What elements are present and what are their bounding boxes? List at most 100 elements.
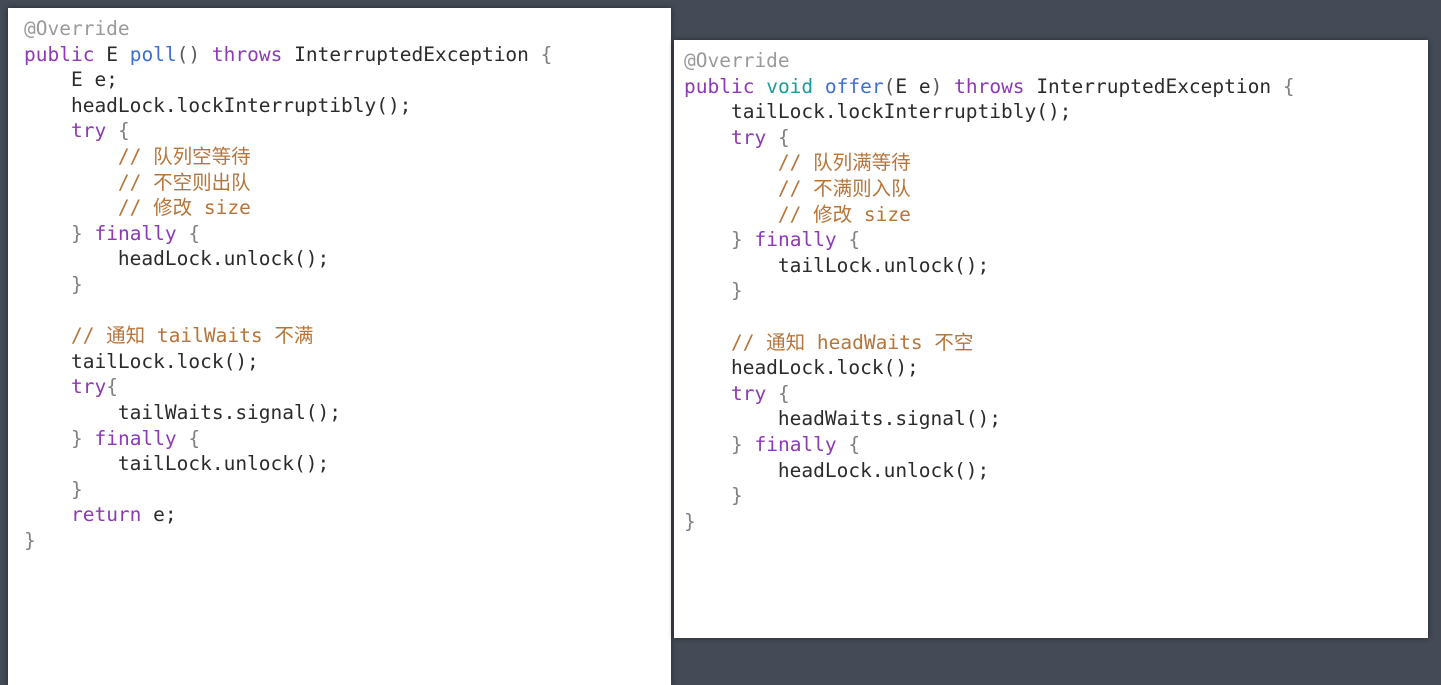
- code-token-plain: E e: [895, 74, 931, 98]
- code-token-keyword: try: [730, 381, 767, 405]
- code-line: headLock.lock();: [684, 355, 1428, 381]
- code-token-brace: }: [730, 484, 743, 508]
- code-token-plain: tailLock.unlock();: [24, 452, 330, 476]
- code-lines-right: @Override public void offer(E e) throws I…: [674, 48, 1428, 534]
- code-token-comment: // 通知 headWaits 不空: [684, 330, 974, 354]
- code-token-brace: {: [777, 125, 790, 149]
- code-token-keyword: finally: [94, 426, 177, 450]
- code-line: }: [684, 483, 1428, 509]
- code-line: // 修改 size: [24, 195, 671, 221]
- code-line: public E poll() throws InterruptedExcept…: [24, 42, 671, 68]
- code-token-plain: headLock.unlock();: [24, 247, 330, 271]
- code-token-brace: {: [777, 381, 790, 405]
- code-token-keyword: finally: [754, 432, 837, 456]
- code-token-keyword: return: [70, 503, 142, 527]
- code-token-brace: }: [684, 509, 696, 533]
- code-token-plain: tailWaits.signal();: [24, 400, 341, 424]
- code-line: headLock.lockInterruptibly();: [24, 93, 671, 119]
- code-token-comment: // 不空则出队: [24, 170, 251, 194]
- code-line: try{: [24, 374, 671, 400]
- code-token-brace: {: [1282, 74, 1295, 98]
- code-line: public void offer(E e) throws Interrupte…: [684, 74, 1428, 100]
- code-line: // 修改 size: [684, 202, 1428, 228]
- code-line: try {: [24, 118, 671, 144]
- code-token-plain: headLock.lock();: [684, 356, 919, 380]
- code-line: }: [24, 272, 671, 298]
- code-token-keyword: try: [730, 125, 767, 149]
- code-token-punct: (: [883, 74, 896, 98]
- code-token-plain: headWaits.signal();: [684, 407, 1001, 431]
- code-line: return e;: [24, 502, 671, 528]
- code-token-plain: headLock.unlock();: [684, 458, 990, 482]
- code-token-plain: E: [106, 42, 118, 66]
- code-line: tailLock.lockInterruptibly();: [684, 99, 1428, 125]
- code-line: tailLock.unlock();: [684, 253, 1428, 279]
- code-line: } finally {: [24, 221, 671, 247]
- code-token-brace: }: [730, 432, 743, 456]
- code-token-comment: // 不满则入队: [684, 176, 911, 200]
- code-token-keyword: finally: [754, 228, 837, 252]
- code-line: // 不空则出队: [24, 170, 671, 196]
- code-line: // 队列空等待: [24, 144, 671, 170]
- poll-method-code-card: @Override public E poll() throws Interrup…: [8, 8, 671, 685]
- code-token-brace: }: [70, 426, 83, 450]
- code-token-keyword: try: [70, 119, 107, 143]
- code-line: }: [684, 278, 1428, 304]
- code-token-type: void: [766, 74, 814, 98]
- code-token-brace: }: [730, 279, 743, 303]
- code-token-keyword: throws: [954, 74, 1025, 98]
- code-line: tailLock.lock();: [24, 349, 671, 375]
- code-token-keyword: public: [684, 74, 755, 98]
- code-line: headLock.unlock();: [684, 458, 1428, 484]
- code-token-method: poll: [129, 42, 177, 66]
- code-token-brace: {: [117, 119, 130, 143]
- code-token-brace: {: [848, 228, 861, 252]
- offer-method-code-card: @Override public void offer(E e) throws I…: [674, 40, 1428, 638]
- code-token-comment: // 通知 tailWaits 不满: [24, 324, 314, 348]
- code-token-comment: // 修改 size: [24, 196, 251, 220]
- code-line: tailWaits.signal();: [24, 400, 671, 426]
- code-token-brace: }: [70, 477, 83, 501]
- code-token-plain: E e;: [24, 68, 118, 92]
- code-token-comment: // 修改 size: [684, 202, 911, 226]
- code-token-brace: {: [540, 42, 553, 66]
- code-token-plain: tailLock.unlock();: [684, 253, 990, 277]
- code-token-plain: InterruptedException: [294, 42, 529, 66]
- code-line: try {: [684, 381, 1428, 407]
- code-line: // 通知 tailWaits 不满: [24, 323, 671, 349]
- code-line: }: [684, 509, 1428, 535]
- code-token-keyword: public: [24, 42, 95, 66]
- code-token-plain: tailLock.lock();: [24, 349, 259, 373]
- code-token-comment: // 队列满等待: [684, 151, 911, 175]
- code-token-brace: {: [188, 221, 201, 245]
